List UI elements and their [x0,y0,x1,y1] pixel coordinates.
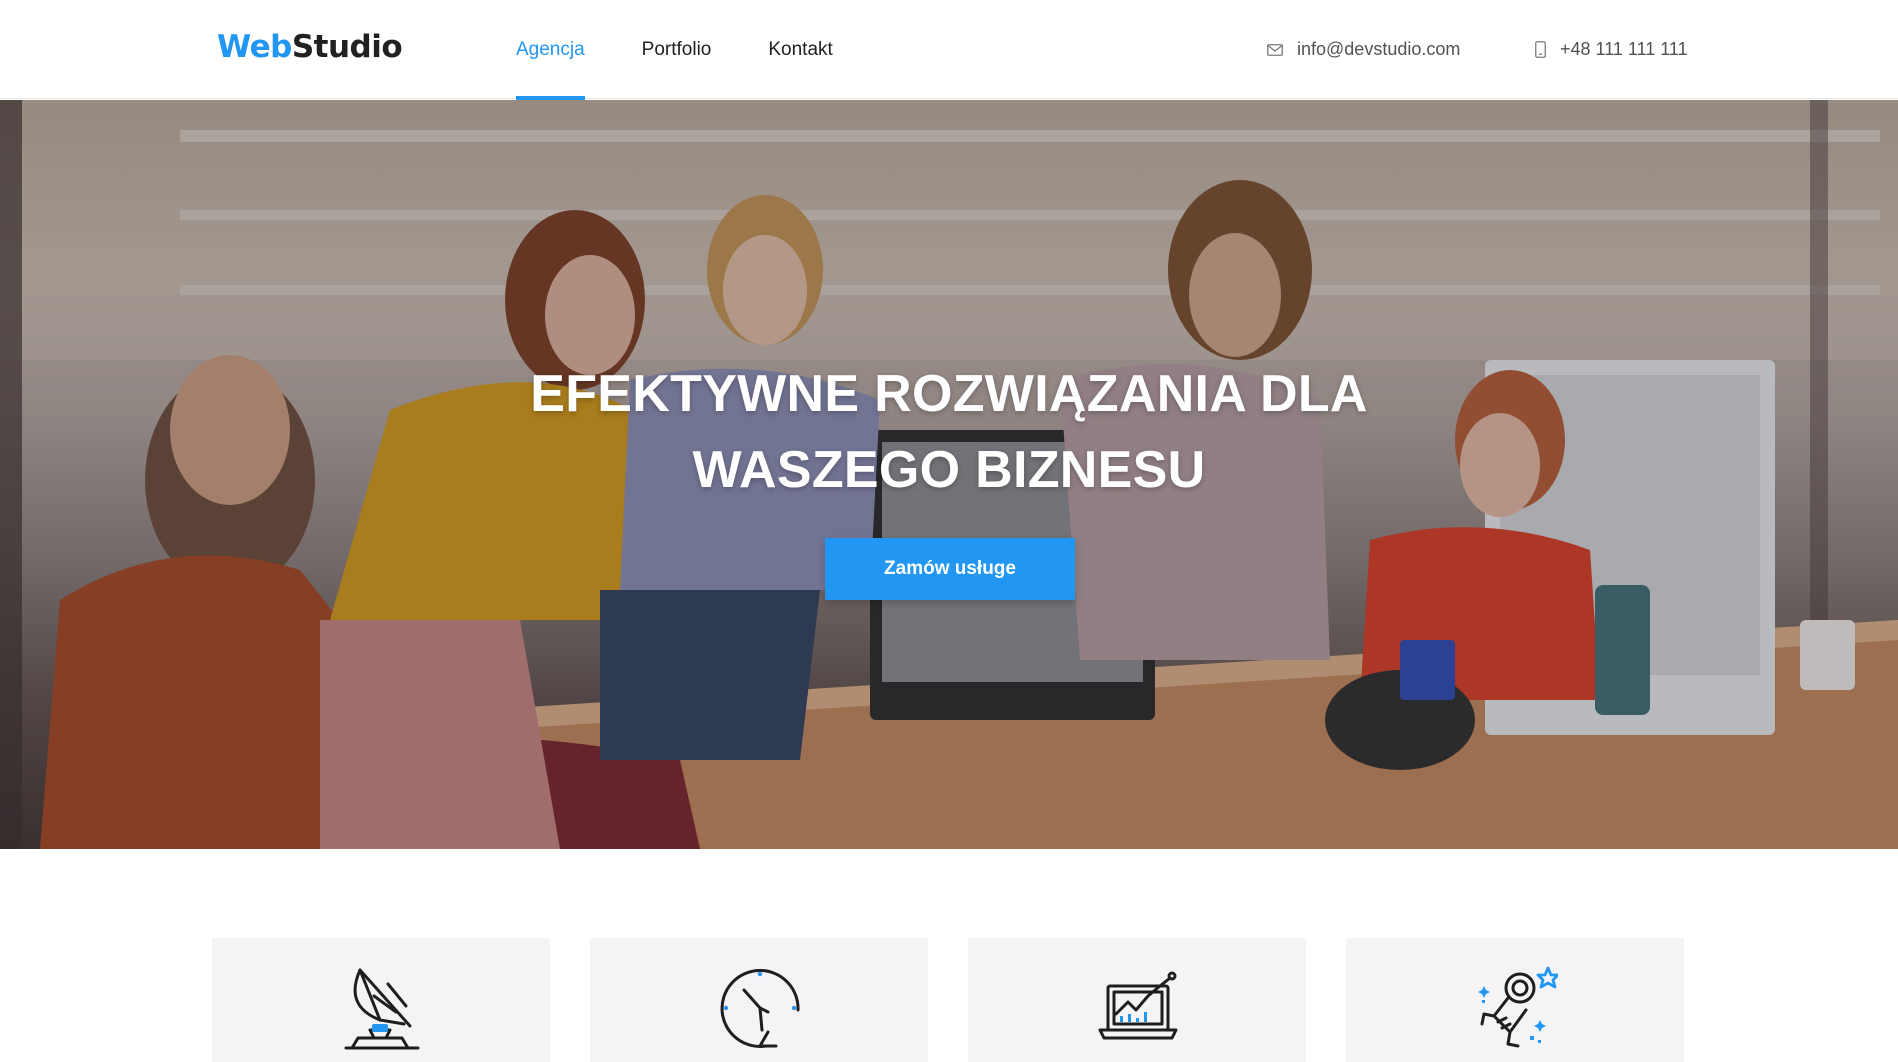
feature-card [590,938,928,1062]
nav-item-portfolio[interactable]: Portfolio [642,0,712,99]
feature-card [1346,938,1684,1062]
order-service-button[interactable]: Zamów usługe [825,538,1075,600]
main-nav: Agencja Portfolio Kontakt [516,0,890,100]
logo-part-studio: Studio [291,29,403,65]
feature-card [212,938,550,1062]
hero-title: EFEKTYWNE ROZWIĄZANIA DLA WASZEGO BIZNES… [449,356,1449,508]
contact-phone[interactable]: +48 111 111 111 [1535,0,1688,99]
clock-icon [720,968,800,1048]
contact-email[interactable]: info@devstudio.com [1267,0,1460,99]
nav-item-agencja[interactable]: Agencja [516,0,585,100]
email-text: info@devstudio.com [1297,39,1461,59]
phone-text: +48 111 111 111 [1560,39,1688,59]
mail-icon [1267,43,1283,56]
logo[interactable]: WebStudio [217,29,403,65]
hero-title-line2: WASZEGO BIZNESU [692,441,1206,499]
features-section [212,938,1724,1062]
satellite-dish-icon [344,968,420,1050]
logo-part-web: Web [217,29,292,65]
hero-section: EFEKTYWNE ROZWIĄZANIA DLA WASZEGO BIZNES… [0,100,1898,849]
phone-icon [1535,41,1546,58]
hero-title-line1: EFEKTYWNE ROZWIĄZANIA DLA [530,365,1368,423]
nav-item-kontakt[interactable]: Kontakt [768,0,832,99]
astronaut-icon [1478,966,1558,1048]
feature-card [968,938,1306,1062]
laptop-chart-icon [1098,971,1178,1040]
site-header: WebStudio Agencja Portfolio Kontakt info… [0,0,1898,100]
